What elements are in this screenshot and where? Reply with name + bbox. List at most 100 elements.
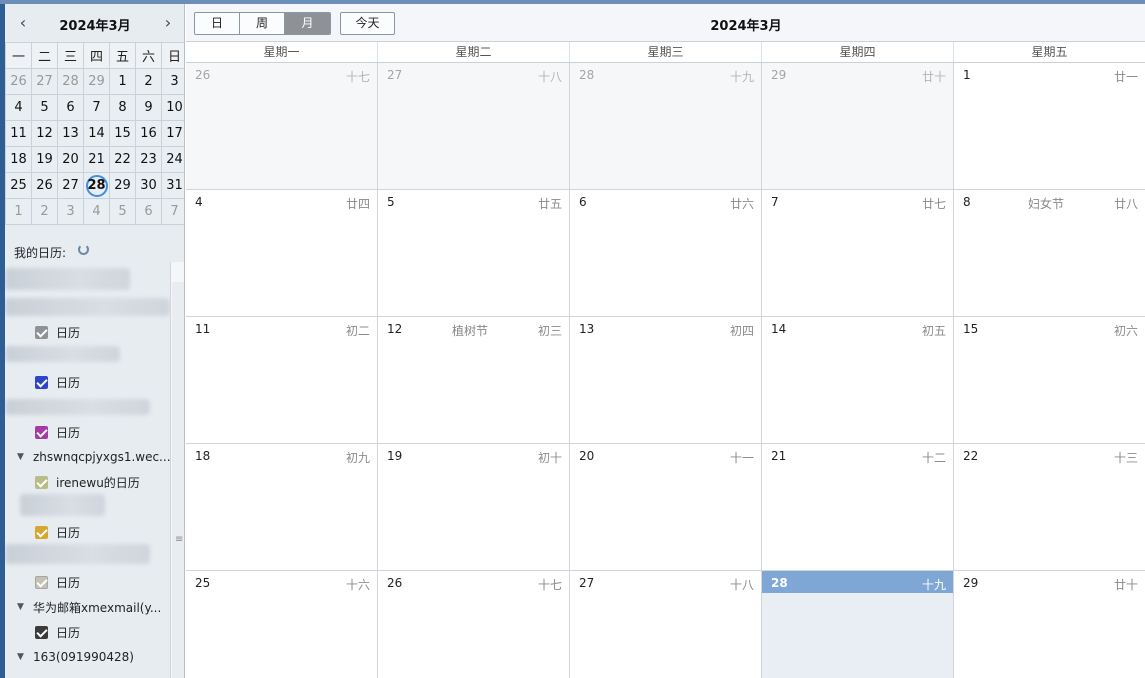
calendar-checkbox[interactable]	[35, 525, 48, 539]
mini-day[interactable]: 29	[83, 68, 110, 95]
mini-day[interactable]: 7	[83, 94, 110, 121]
mini-day[interactable]: 5	[109, 198, 136, 225]
calendar-item[interactable]: irenewu的日历	[35, 473, 140, 491]
day-cell[interactable]: 14 初五	[762, 317, 954, 443]
mini-day[interactable]: 30	[135, 172, 162, 199]
mini-day[interactable]: 2	[31, 198, 58, 225]
day-cell-today[interactable]: 28 十九	[762, 571, 954, 678]
mini-day[interactable]: 14	[83, 120, 110, 147]
day-cell[interactable]: 29 廿十	[954, 571, 1145, 678]
mini-day[interactable]: 2	[135, 68, 162, 95]
mini-day[interactable]: 25	[5, 172, 32, 199]
week-row: 11 初二 12 植树节 初三 13 初四 14 初五 15 初六	[186, 317, 1145, 444]
mini-day[interactable]: 15	[109, 120, 136, 147]
day-cell[interactable]: 22 十三	[954, 444, 1145, 570]
day-cell[interactable]: 19 初十	[378, 444, 570, 570]
calendar-checkbox[interactable]	[35, 425, 48, 439]
calendar-checkbox[interactable]	[35, 375, 48, 389]
mini-day[interactable]: 24	[161, 146, 184, 173]
day-cell[interactable]: 13 初四	[570, 317, 762, 443]
mini-day[interactable]: 21	[83, 146, 110, 173]
collapse-triangle-icon[interactable]: ▼	[17, 652, 33, 662]
mini-day[interactable]: 6	[57, 94, 84, 121]
day-cell[interactable]: 15 初六	[954, 317, 1145, 443]
mini-day[interactable]: 12	[31, 120, 58, 147]
mini-day[interactable]: 3	[57, 198, 84, 225]
day-cell[interactable]: 25 十六	[186, 571, 378, 678]
day-cell[interactable]: 26 十七	[378, 571, 570, 678]
mini-day[interactable]: 18	[5, 146, 32, 173]
mini-day[interactable]: 8	[109, 94, 136, 121]
day-cell[interactable]: 7 廿七	[762, 190, 954, 316]
day-cell[interactable]: 26 十七	[186, 63, 378, 189]
day-view-button[interactable]: 日	[195, 13, 240, 34]
day-cell[interactable]: 27 十八	[570, 571, 762, 678]
day-cell[interactable]: 11 初二	[186, 317, 378, 443]
collapse-triangle-icon[interactable]: ▼	[17, 452, 33, 462]
mini-day[interactable]: 23	[135, 146, 162, 173]
today-button[interactable]: 今天	[340, 12, 395, 35]
day-cell[interactable]: 5 廿五	[378, 190, 570, 316]
lunar-date: 十七	[345, 70, 370, 84]
mini-day[interactable]: 5	[31, 94, 58, 121]
day-cell[interactable]: 29 廿十	[762, 63, 954, 189]
mini-day[interactable]: 9	[135, 94, 162, 121]
sidebar-scrollbar[interactable]: ≡	[170, 262, 184, 678]
mini-day[interactable]: 4	[5, 94, 32, 121]
calendar-checkbox[interactable]	[35, 575, 48, 589]
calendar-item[interactable]: 日历	[35, 423, 80, 441]
calendar-item[interactable]: 日历	[35, 323, 80, 341]
mini-day[interactable]: 16	[135, 120, 162, 147]
calendar-checkbox[interactable]	[35, 475, 48, 489]
mini-day[interactable]: 7	[161, 198, 184, 225]
calendar-item[interactable]: 日历	[35, 573, 80, 591]
mini-day[interactable]: 17	[161, 120, 184, 147]
scrollbar-thumb[interactable]	[172, 282, 184, 678]
mini-day[interactable]: 29	[109, 172, 136, 199]
sidebar: ‹ 2024年3月 › 一 二 三 四 五 六 日 26 27 28 29 1 …	[5, 4, 185, 678]
day-cell[interactable]: 18 初九	[186, 444, 378, 570]
mini-day[interactable]: 26	[5, 68, 32, 95]
redacted-account	[5, 298, 170, 316]
day-cell[interactable]: 20 十一	[570, 444, 762, 570]
mini-day[interactable]: 11	[5, 120, 32, 147]
day-cell[interactable]: 1 廿一	[954, 63, 1145, 189]
calendar-item[interactable]: 日历	[35, 373, 80, 391]
day-cell[interactable]: 8 妇女节 廿八	[954, 190, 1145, 316]
mini-day[interactable]: 27	[31, 68, 58, 95]
mini-day[interactable]: 10	[161, 94, 184, 121]
day-cell[interactable]: 28 十九	[570, 63, 762, 189]
week-view-button[interactable]: 周	[240, 13, 285, 34]
mini-day[interactable]: 20	[57, 146, 84, 173]
calendar-group-header[interactable]: ▼ 163(091990428)	[17, 648, 177, 666]
calendar-item[interactable]: 日历	[35, 623, 80, 641]
day-cell[interactable]: 4 廿四	[186, 190, 378, 316]
day-cell[interactable]: 12 植树节 初三	[378, 317, 570, 443]
mini-day[interactable]: 31	[161, 172, 184, 199]
day-cell[interactable]: 21 十二	[762, 444, 954, 570]
day-cell[interactable]: 27 十八	[378, 63, 570, 189]
mini-next-month-button[interactable]: ›	[158, 13, 178, 33]
mini-day[interactable]: 3	[161, 68, 184, 95]
mini-prev-month-button[interactable]: ‹	[13, 13, 33, 33]
calendar-group-header[interactable]: ▼ zhswnqcpjyxgs1.wec...	[17, 448, 177, 466]
calendar-item[interactable]: 日历	[35, 523, 80, 541]
mini-day-today[interactable]: 28	[83, 172, 110, 199]
mini-day[interactable]: 28	[57, 68, 84, 95]
mini-day[interactable]: 1	[109, 68, 136, 95]
mini-day[interactable]: 4	[83, 198, 110, 225]
mini-day[interactable]: 13	[57, 120, 84, 147]
day-cell[interactable]: 6 廿六	[570, 190, 762, 316]
collapse-triangle-icon[interactable]: ▼	[17, 602, 33, 612]
mini-day[interactable]: 26	[31, 172, 58, 199]
mini-day[interactable]: 22	[109, 146, 136, 173]
mini-weekday: 二	[31, 42, 58, 69]
calendar-group-header[interactable]: ▼ 华为邮箱xmexmail(y...	[17, 598, 177, 616]
calendar-checkbox[interactable]	[35, 625, 48, 639]
mini-day[interactable]: 1	[5, 198, 32, 225]
mini-day[interactable]: 19	[31, 146, 58, 173]
month-view-button[interactable]: 月	[285, 13, 330, 34]
mini-day[interactable]: 27	[57, 172, 84, 199]
mini-day[interactable]: 6	[135, 198, 162, 225]
calendar-checkbox[interactable]	[35, 325, 48, 339]
